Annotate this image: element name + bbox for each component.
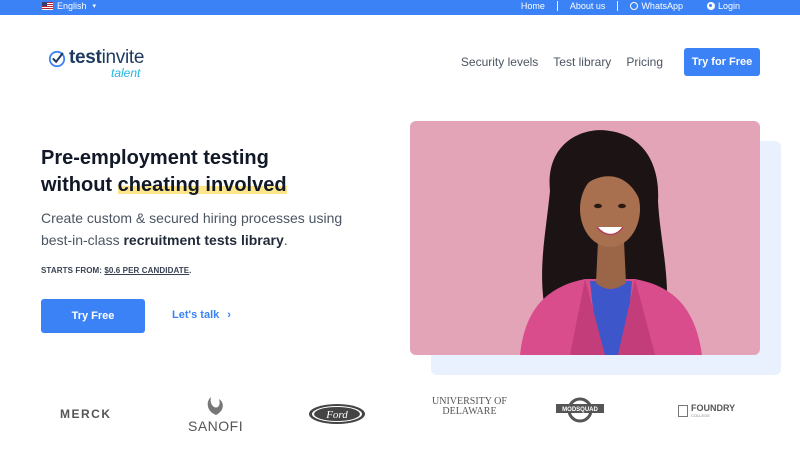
hero-title: Pre-employment testing without cheating … <box>41 147 287 196</box>
foundry-mark-icon <box>678 405 688 417</box>
top-links: Home About us WhatsApp Login <box>509 1 752 11</box>
smiling-woman-illustration <box>520 130 702 355</box>
try-free-button[interactable]: Try Free <box>41 299 145 333</box>
whatsapp-icon <box>630 2 639 10</box>
sanofi-logo: SANOFI <box>188 395 243 434</box>
home-link[interactable]: Home <box>509 1 557 11</box>
lets-talk-link[interactable]: Let's talk › <box>172 309 231 321</box>
testinvite-logo[interactable]: testinvite talent <box>48 48 144 79</box>
chevron-down-icon: ▾ <box>92 3 97 10</box>
sanofi-mark-icon <box>207 397 223 415</box>
language-selector[interactable]: English ▾ <box>42 1 96 11</box>
nav-security-levels[interactable]: Security levels <box>461 55 538 69</box>
starting-price: STARTS FROM: $0.6 PER CANDIDATE. <box>41 266 192 275</box>
about-us-link[interactable]: About us <box>558 1 618 11</box>
divider <box>617 1 619 11</box>
svg-text:MODSQUAD: MODSQUAD <box>562 407 598 413</box>
login-label: Login <box>717 1 740 11</box>
whatsapp-label: WhatsApp <box>641 1 683 11</box>
main-nav: Security levels Test library Pricing Try… <box>461 48 760 76</box>
top-bar: English ▾ Home About us WhatsApp Login <box>0 0 800 15</box>
svg-text:Ford: Ford <box>325 409 348 421</box>
language-label: English <box>57 1 87 11</box>
logo-subtitle: talent <box>111 66 141 80</box>
check-circle-icon <box>48 50 66 68</box>
ford-logo: Ford <box>308 403 366 425</box>
nav-test-library[interactable]: Test library <box>553 55 611 69</box>
modsquad-logo: MODSQUAD <box>556 395 604 423</box>
merck-logo: MERCK <box>60 407 112 421</box>
chevron-right-icon: › <box>227 309 231 321</box>
client-logos: MERCK SANOFI Ford UNIVERSITY OF DELAWARE… <box>0 393 800 443</box>
hero-photo <box>410 121 760 355</box>
highlighted-text: cheating involved <box>117 174 287 196</box>
whatsapp-link[interactable]: WhatsApp <box>618 1 695 11</box>
hero-subtitle: Create custom & secured hiring processes… <box>41 210 343 248</box>
divider <box>556 1 558 11</box>
price-link[interactable]: $0.6 PER CANDIDATE <box>104 266 189 275</box>
university-of-delaware-logo: UNIVERSITY OF DELAWARE <box>432 396 507 417</box>
nav-pricing[interactable]: Pricing <box>626 55 663 69</box>
login-link[interactable]: Login <box>695 1 752 11</box>
user-icon <box>706 2 715 10</box>
logo-wordmark: testinvite <box>69 47 145 68</box>
try-for-free-button[interactable]: Try for Free <box>684 48 760 76</box>
us-flag-icon <box>42 2 53 10</box>
foundry-college-logo: FOUNDRY COLLEGE <box>678 404 735 418</box>
